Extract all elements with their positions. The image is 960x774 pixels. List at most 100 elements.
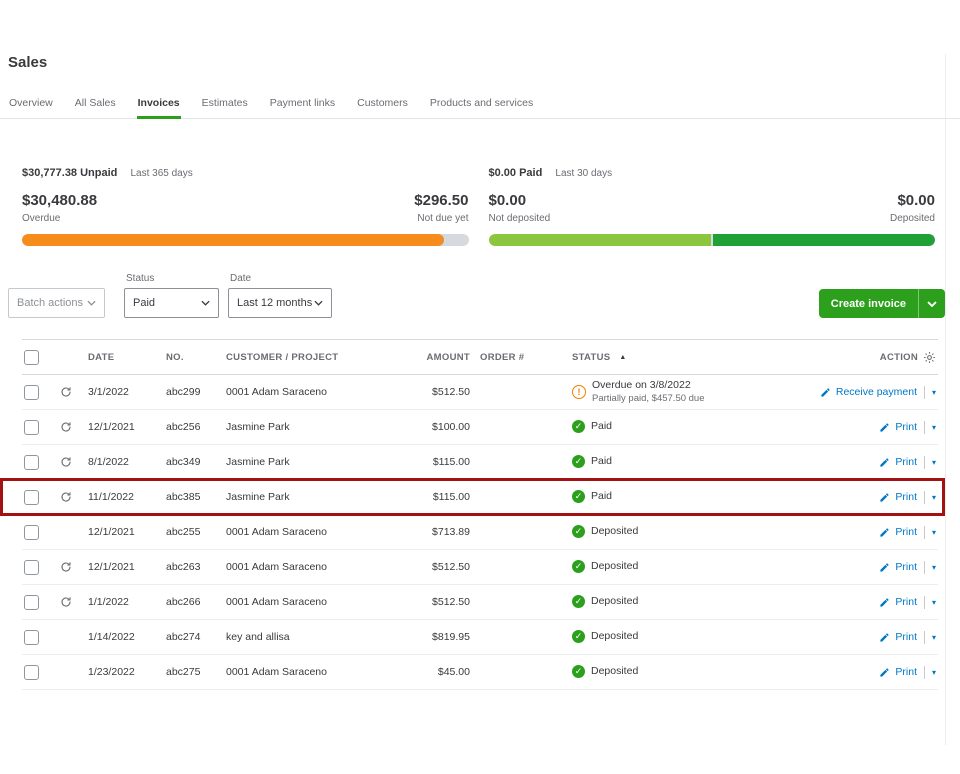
edit-pencil-icon[interactable] xyxy=(879,422,890,433)
create-invoice-label: Create invoice xyxy=(819,298,918,310)
table-row[interactable]: 3/1/2022 abc299 0001 Adam Saraceno $512.… xyxy=(22,375,938,410)
gear-icon[interactable] xyxy=(923,351,936,364)
tab-estimates[interactable]: Estimates xyxy=(201,93,249,118)
row-checkbox[interactable] xyxy=(24,595,39,610)
row-checkbox[interactable] xyxy=(24,490,39,505)
action-dropdown-caret[interactable]: ▾ xyxy=(932,458,936,467)
invoice-date: 1/23/2022 xyxy=(88,666,166,678)
create-invoice-dropdown-caret[interactable] xyxy=(919,289,945,318)
action-link[interactable]: Print xyxy=(895,596,917,608)
date-header[interactable]: DATE xyxy=(88,352,166,363)
table-row[interactable]: 12/1/2021 abc256 Jasmine Park $100.00 ✓ … xyxy=(22,410,938,445)
tab-overview[interactable]: Overview xyxy=(8,93,54,118)
number-header[interactable]: NO. xyxy=(166,352,226,363)
action-link[interactable]: Print xyxy=(895,561,917,573)
action-dropdown-caret[interactable]: ▾ xyxy=(932,668,936,677)
invoice-actions: Print ▾ xyxy=(808,526,938,539)
edit-pencil-icon[interactable] xyxy=(879,457,890,468)
customer-header[interactable]: CUSTOMER / PROJECT xyxy=(226,352,386,363)
action-link[interactable]: Receive payment xyxy=(836,386,917,398)
table-row[interactable]: 8/1/2022 abc349 Jasmine Park $115.00 ✓ !… xyxy=(22,445,938,480)
edit-pencil-icon[interactable] xyxy=(879,597,890,608)
overdue-block[interactable]: $30,480.88 Overdue xyxy=(22,192,97,224)
unpaid-progress-bar[interactable] xyxy=(22,234,469,246)
tab-all-sales[interactable]: All Sales xyxy=(74,93,117,118)
date-filter-label: Date xyxy=(230,273,332,284)
action-dropdown-caret[interactable]: ▾ xyxy=(932,493,936,502)
status-label: Overdue on 3/8/2022 xyxy=(592,379,705,393)
not-due-block[interactable]: $296.50 Not due yet xyxy=(414,192,468,224)
page-right-edge xyxy=(945,54,946,745)
deposited-bar-segment[interactable] xyxy=(713,234,935,246)
row-checkbox[interactable] xyxy=(24,665,39,680)
row-checkbox[interactable] xyxy=(24,525,39,540)
paid-progress-bar[interactable] xyxy=(489,234,936,246)
amount-header[interactable]: AMOUNT xyxy=(386,352,470,363)
not-deposited-block[interactable]: $0.00 Not deposited xyxy=(489,192,551,224)
invoice-customer: 0001 Adam Saraceno xyxy=(226,386,386,398)
action-dropdown-caret[interactable]: ▾ xyxy=(932,563,936,572)
tab-invoices[interactable]: Invoices xyxy=(137,93,181,119)
table-row[interactable]: 1/23/2022 abc275 0001 Adam Saraceno $45.… xyxy=(22,655,938,690)
invoice-status: ✓ ! Overdue on 3/8/2022 Partially paid, … xyxy=(564,379,808,405)
tab-customers[interactable]: Customers xyxy=(356,93,409,118)
invoice-amount: $713.89 xyxy=(386,526,470,538)
edit-pencil-icon[interactable] xyxy=(820,387,831,398)
edit-pencil-icon[interactable] xyxy=(879,667,890,678)
action-link[interactable]: Print xyxy=(895,666,917,678)
action-divider xyxy=(924,421,925,434)
action-dropdown-caret[interactable]: ▾ xyxy=(932,423,936,432)
create-invoice-button[interactable]: Create invoice xyxy=(819,289,945,318)
action-link[interactable]: Print xyxy=(895,456,917,468)
action-dropdown-caret[interactable]: ▾ xyxy=(932,633,936,642)
action-link[interactable]: Print xyxy=(895,421,917,433)
row-checkbox[interactable] xyxy=(24,630,39,645)
status-filter-dropdown[interactable]: Paid xyxy=(124,288,219,318)
deposited-amount: $0.00 xyxy=(890,192,935,209)
invoice-status: ✓ ! Deposited xyxy=(564,630,808,644)
action-link[interactable]: Print xyxy=(895,631,917,643)
invoice-status: ✓ ! Paid xyxy=(564,490,808,504)
tab-payment-links[interactable]: Payment links xyxy=(269,93,336,118)
deposited-block[interactable]: $0.00 Deposited xyxy=(890,192,935,224)
action-divider xyxy=(924,596,925,609)
status-label: Deposited xyxy=(591,665,638,679)
row-checkbox[interactable] xyxy=(24,385,39,400)
action-divider xyxy=(924,526,925,539)
action-dropdown-caret[interactable]: ▾ xyxy=(932,528,936,537)
select-all-checkbox[interactable] xyxy=(24,350,39,365)
row-checkbox[interactable] xyxy=(24,420,39,435)
action-dropdown-caret[interactable]: ▾ xyxy=(932,388,936,397)
paid-check-icon: ✓ xyxy=(572,525,585,538)
edit-pencil-icon[interactable] xyxy=(879,632,890,643)
table-row[interactable]: 1/1/2022 abc266 0001 Adam Saraceno $512.… xyxy=(22,585,938,620)
overdue-bar-segment[interactable] xyxy=(22,234,444,246)
invoice-actions: Print ▾ xyxy=(808,561,938,574)
sales-summary: $30,777.38 Unpaid Last 365 days $30,480.… xyxy=(22,167,935,246)
action-header: ACTION xyxy=(808,351,938,364)
order-header[interactable]: ORDER # xyxy=(470,352,564,363)
edit-pencil-icon[interactable] xyxy=(879,527,890,538)
invoice-status: ✓ ! Paid xyxy=(564,420,808,434)
action-link[interactable]: Print xyxy=(895,526,917,538)
batch-actions-dropdown[interactable]: Batch actions xyxy=(8,288,105,318)
invoice-date: 12/1/2021 xyxy=(88,561,166,573)
status-header[interactable]: STATUS ▲ xyxy=(564,352,808,363)
not-deposited-bar-segment[interactable] xyxy=(489,234,711,246)
table-row[interactable]: 1/14/2022 abc274 key and allisa $819.95 … xyxy=(22,620,938,655)
chevron-down-icon xyxy=(314,297,323,309)
action-dropdown-caret[interactable]: ▾ xyxy=(932,598,936,607)
action-link[interactable]: Print xyxy=(895,491,917,503)
tab-products-services[interactable]: Products and services xyxy=(429,93,534,118)
edit-pencil-icon[interactable] xyxy=(879,492,890,503)
invoice-amount: $512.50 xyxy=(386,386,470,398)
table-row[interactable]: 11/1/2022 abc385 Jasmine Park $115.00 ✓ … xyxy=(22,480,938,515)
invoice-actions: Print ▾ xyxy=(808,421,938,434)
row-checkbox[interactable] xyxy=(24,455,39,470)
table-row[interactable]: 12/1/2021 abc255 0001 Adam Saraceno $713… xyxy=(22,515,938,550)
recurring-icon xyxy=(60,456,72,468)
table-row[interactable]: 12/1/2021 abc263 0001 Adam Saraceno $512… xyxy=(22,550,938,585)
row-checkbox[interactable] xyxy=(24,560,39,575)
edit-pencil-icon[interactable] xyxy=(879,562,890,573)
date-filter-dropdown[interactable]: Last 12 months xyxy=(228,288,332,318)
